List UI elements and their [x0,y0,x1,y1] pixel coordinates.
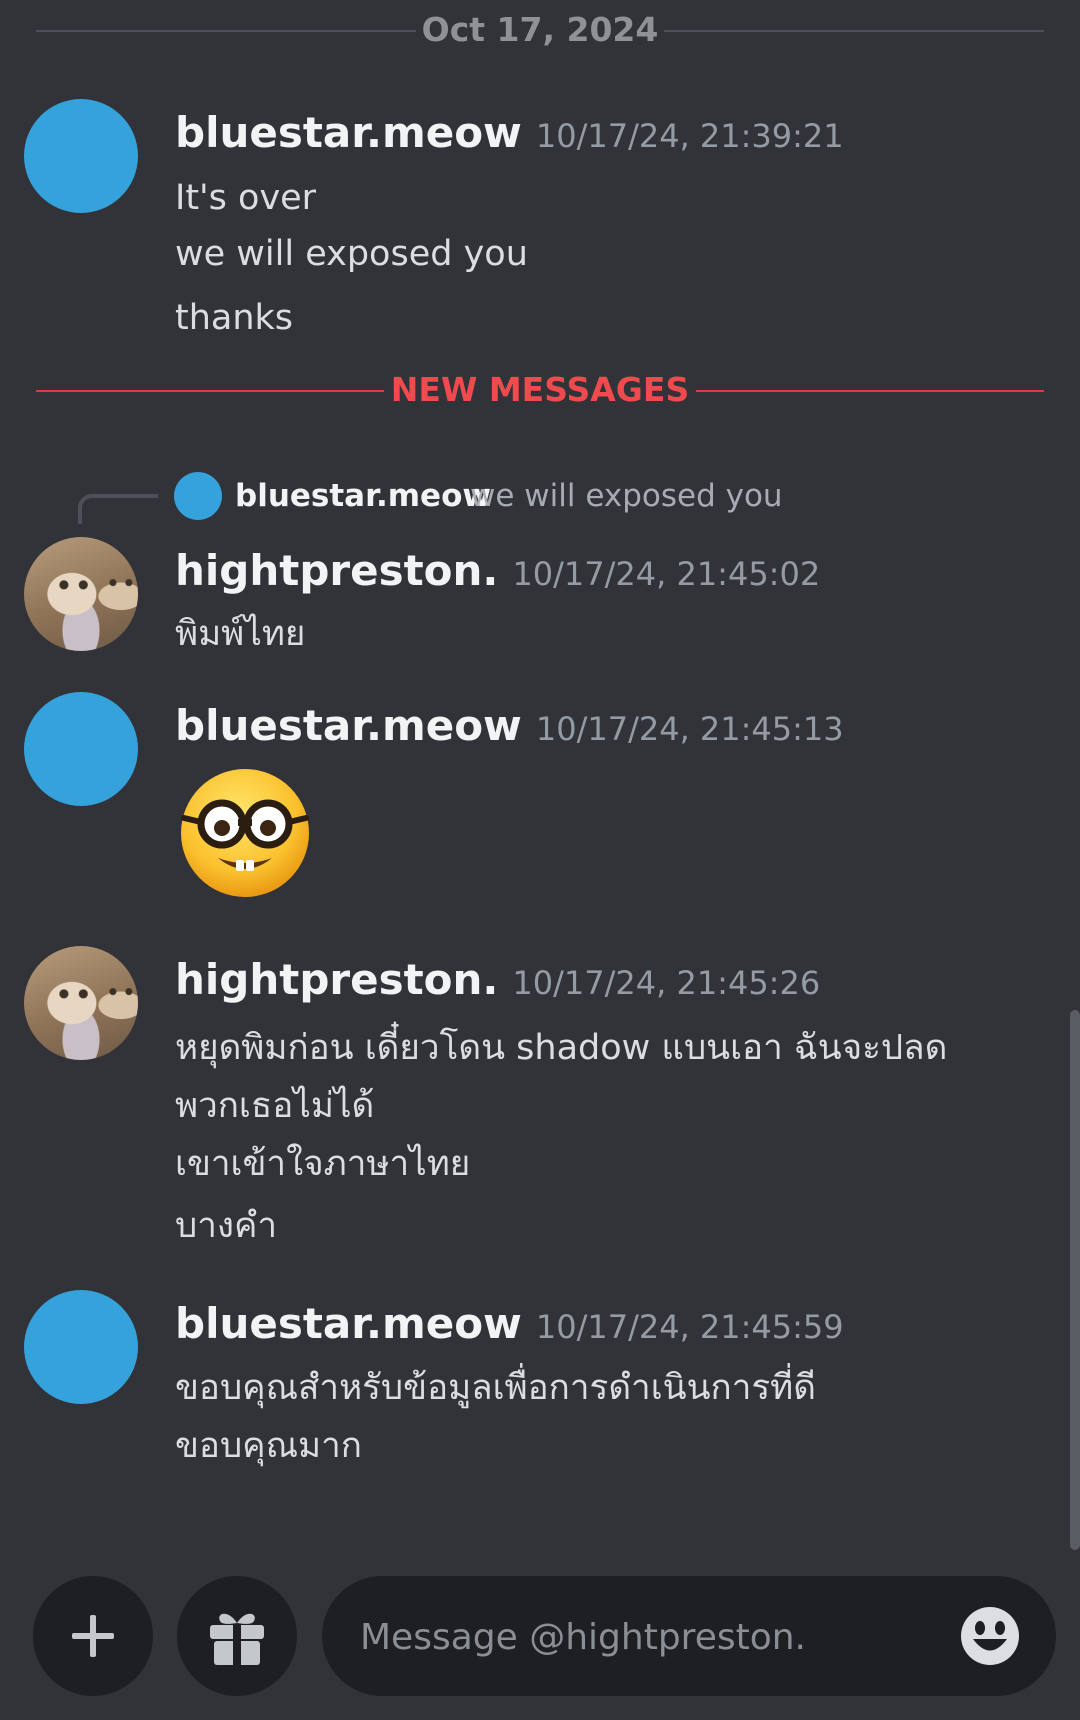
message-header: bluestar.meow 10/17/24, 21:45:13 [175,700,844,755]
reply-text: we will exposed you [470,478,783,514]
author-name[interactable]: hightpreston. [175,546,498,595]
message-input[interactable] [358,1606,922,1668]
author-name[interactable]: hightpreston. [175,955,498,1004]
message-text: เขาเข้าใจภาษาไทย [175,1144,471,1184]
message-header: bluestar.meow 10/17/24, 21:39:21 [175,107,844,162]
message-timestamp: 10/17/24, 21:39:21 [535,117,844,155]
message-timestamp: 10/17/24, 21:45:59 [535,1308,844,1346]
message-header: hightpreston. 10/17/24, 21:45:02 [175,545,820,600]
avatar[interactable] [24,537,138,651]
message-text: บางคำ [175,1206,278,1246]
message-text: ขอบคุณมาก [175,1426,362,1466]
smiley-icon[interactable] [960,1606,1020,1666]
message-text: พวกเธอไม่ได้ [175,1086,375,1126]
message-timestamp: 10/17/24, 21:45:02 [512,555,821,593]
scrollbar[interactable] [1070,1010,1080,1550]
reply-spine [78,494,158,524]
gift-icon [210,1613,264,1665]
add-attachment-button[interactable] [33,1576,153,1696]
message-header: hightpreston. 10/17/24, 21:45:26 [175,954,820,1009]
reply-avatar [174,472,222,520]
reply-preview[interactable]: bluestar.meow we will exposed you [78,472,978,524]
message-timestamp: 10/17/24, 21:45:26 [512,964,821,1002]
avatar[interactable] [24,1290,138,1404]
message-header: bluestar.meow 10/17/24, 21:45:59 [175,1298,844,1353]
author-name[interactable]: bluestar.meow [175,1299,522,1348]
avatar[interactable] [24,692,138,806]
date-divider-label: Oct 17, 2024 [421,10,659,49]
new-messages-label: NEW MESSAGES [390,370,690,409]
message-text: we will exposed you [175,234,528,274]
message-text: thanks [175,298,294,338]
message-timestamp: 10/17/24, 21:45:13 [535,710,844,748]
nerd-face-emoji[interactable] [178,766,312,900]
author-name[interactable]: bluestar.meow [175,701,522,750]
gift-button[interactable] [177,1576,297,1696]
new-messages-divider: NEW MESSAGES [36,370,1044,410]
author-name[interactable]: bluestar.meow [175,108,522,157]
message-text: ขอบคุณสำหรับข้อมูลเพื่อการดำเนินการที่ดี [175,1368,816,1408]
message-text: It's over [175,178,317,218]
date-divider: Oct 17, 2024 [36,10,1044,50]
message-composer[interactable] [322,1576,1056,1696]
avatar[interactable] [24,946,138,1060]
message-text: พิมพ์ไทย [175,614,306,654]
plus-icon [72,1615,114,1657]
message-text: หยุดพิมก่อน เดี๋ยวโดน shadow แบนเอา ฉันจ… [175,1028,948,1068]
reply-author: bluestar.meow [235,478,492,514]
avatar[interactable] [24,99,138,213]
